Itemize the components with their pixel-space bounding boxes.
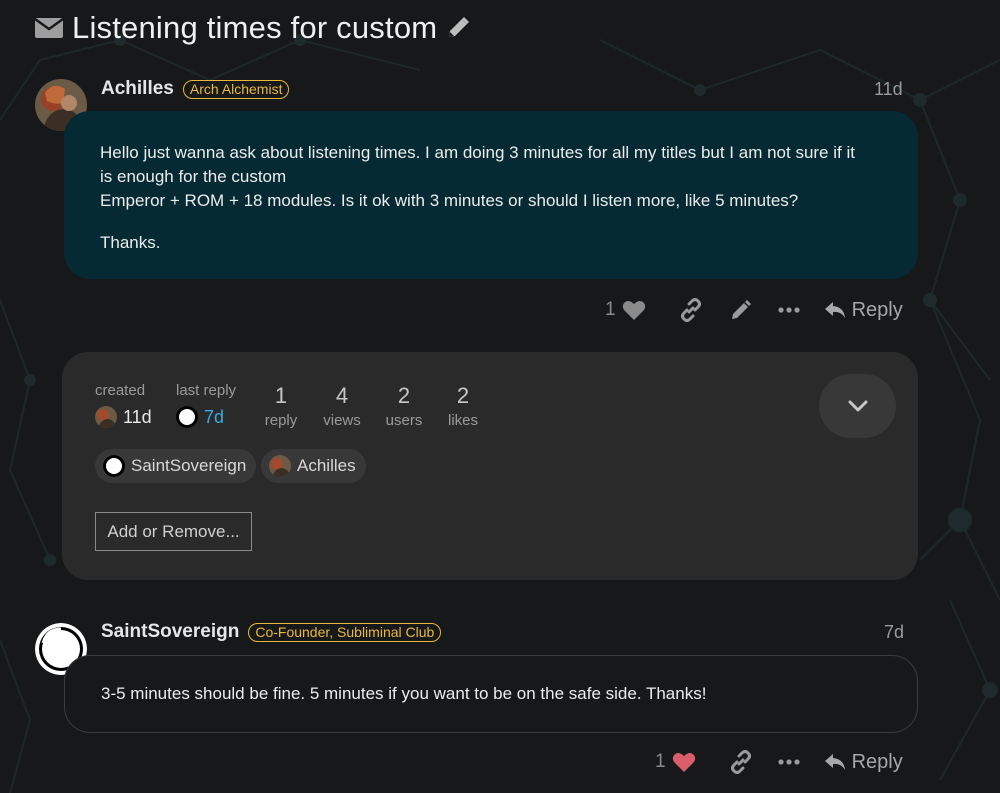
heart-icon[interactable] — [672, 750, 696, 774]
last-reply-label: last reply — [176, 382, 237, 399]
post-text-line: Emperor + ROM + 18 modules. Is it ok wit… — [100, 191, 799, 210]
stat-likes: 2 likes — [442, 383, 484, 429]
post-date[interactable]: 11d — [874, 79, 903, 100]
post-text-closing: Thanks. — [100, 233, 161, 252]
expand-topic-map-button[interactable] — [819, 374, 896, 438]
post-author[interactable]: Achilles — [101, 78, 174, 100]
link-icon[interactable] — [678, 297, 704, 323]
chevron-down-icon — [848, 400, 868, 412]
link-icon[interactable] — [728, 749, 754, 775]
post-text: 3-5 minutes should be fine. 5 minutes if… — [101, 684, 707, 703]
heart-icon[interactable] — [622, 298, 646, 322]
stat-label: likes — [447, 412, 478, 429]
avatar — [269, 455, 291, 477]
add-or-remove-button[interactable]: Add or Remove... — [95, 512, 252, 551]
stat-number: 2 — [456, 383, 470, 408]
last-reply-date[interactable]: 7d — [204, 407, 224, 428]
post-text-line: Hello just wanna ask about listening tim… — [100, 143, 855, 162]
avatar — [176, 406, 198, 428]
topic-last-reply: last reply 7d — [176, 382, 236, 428]
participant-name: SaintSovereign — [131, 456, 247, 475]
topic-created: created 11d — [95, 382, 152, 428]
avatar — [103, 455, 125, 477]
stat-number: 4 — [335, 383, 349, 408]
stat-number: 2 — [397, 383, 411, 408]
stat-label: users — [385, 412, 423, 429]
stat-views: 4 views — [318, 383, 366, 429]
user-title-badge: Arch Alchemist — [182, 79, 290, 99]
participant-chip[interactable]: Achilles — [261, 449, 366, 483]
stat-users: 2 users — [381, 383, 427, 429]
created-date[interactable]: 11d — [123, 407, 152, 428]
post-actions: 1 Reply — [655, 746, 903, 778]
stat-number: 1 — [274, 383, 288, 408]
post-text-line: is enough for the custom — [100, 167, 287, 186]
reply-label: Reply — [851, 750, 903, 773]
like-count[interactable]: 1 — [655, 751, 666, 773]
reply-label: Reply — [851, 298, 903, 321]
reply-button[interactable]: Reply — [824, 299, 903, 322]
post-actions: 1 Reply — [605, 294, 903, 326]
reply-button[interactable]: Reply — [824, 751, 903, 774]
more-options-icon[interactable] — [776, 297, 802, 323]
pencil-icon[interactable] — [728, 297, 754, 323]
topic-header: Listening times for custom — [34, 8, 471, 48]
participant-chip[interactable]: SaintSovereign — [95, 449, 257, 483]
topic-title: Listening times for custom — [72, 10, 438, 45]
pencil-icon[interactable] — [445, 15, 471, 41]
envelope-icon — [34, 16, 64, 40]
reply-arrow-icon — [824, 301, 846, 319]
stat-replies: 1 reply — [258, 383, 304, 429]
stat-label: reply — [264, 412, 298, 429]
like-count[interactable]: 1 — [605, 299, 616, 321]
more-options-icon[interactable] — [776, 749, 802, 775]
reply-arrow-icon — [824, 753, 846, 771]
post-author[interactable]: SaintSovereign — [101, 621, 239, 643]
post-body: 3-5 minutes should be fine. 5 minutes if… — [64, 655, 918, 733]
created-label: created — [95, 382, 146, 399]
post-date[interactable]: 7d — [884, 622, 904, 643]
avatar — [95, 406, 117, 428]
stat-label: views — [323, 412, 361, 429]
user-title-badge: Co-Founder, Subliminal Club — [248, 622, 442, 642]
post-body: Hello just wanna ask about listening tim… — [64, 111, 918, 279]
participant-name: Achilles — [297, 456, 356, 475]
